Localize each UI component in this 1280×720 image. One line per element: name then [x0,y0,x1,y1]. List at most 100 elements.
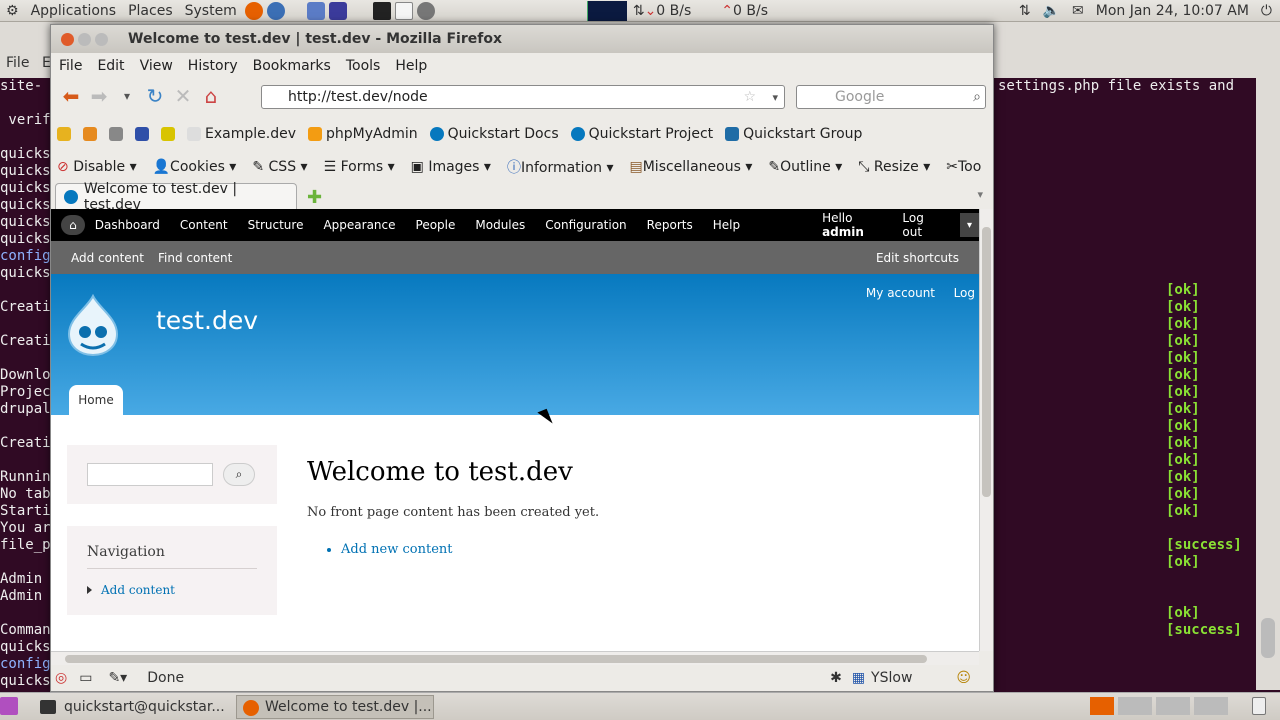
minimize-window-icon[interactable] [78,32,91,46]
bookmark-icon-1[interactable] [57,127,71,141]
workspace-4[interactable] [1194,697,1228,715]
menu-view[interactable]: View [140,58,173,74]
webdev-information[interactable]: ⓘInformation ▾ [507,157,614,177]
status-smiley-icon[interactable]: ☺ [956,670,971,686]
reload-icon[interactable]: ↻ [141,82,169,110]
edit-shortcuts[interactable]: Edit shortcuts [876,251,959,265]
toolbar-configuration[interactable]: Configuration [545,218,626,232]
toolbar-modules[interactable]: Modules [475,218,525,232]
toolbar-structure[interactable]: Structure [248,218,304,232]
logout-link[interactable]: Log [954,286,975,300]
bookmark-icon-3[interactable] [109,127,123,141]
toolbar-help[interactable]: Help [713,218,740,232]
bookmark-quickstart-docs[interactable]: Quickstart Docs [429,126,559,142]
menu-history[interactable]: History [188,58,238,74]
webdev-tools[interactable]: ✂Too [946,159,981,175]
forward-icon[interactable]: ➡ [85,82,113,110]
toolbar-reports[interactable]: Reports [647,218,693,232]
bookmark-icon-4[interactable] [135,127,149,141]
menu-edit[interactable]: Edit [97,58,124,74]
home-icon[interactable]: ⌂ [197,82,225,110]
status-bug-icon[interactable]: ✱ [830,670,842,686]
bookmark-star-icon[interactable]: ☆ [743,89,756,105]
bookmark-example-dev[interactable]: Example.dev [187,126,296,142]
url-bar[interactable]: http://test.dev/node ☆ ▾ [261,85,785,109]
network-icon[interactable]: ⇅ [1019,3,1031,19]
hello-user[interactable]: admin [822,225,864,239]
status-keyboard-icon[interactable]: ▭ [79,670,92,686]
terminal-launcher-icon[interactable] [372,1,391,20]
yslow-label[interactable]: YSlow [871,670,912,686]
firefox-titlebar[interactable]: Welcome to test.dev | test.dev - Mozilla… [51,25,993,53]
page-vertical-scrollbar[interactable] [979,209,993,651]
toolbar-logout[interactable]: Log out [902,211,938,239]
workspace-switcher[interactable] [1090,697,1228,715]
stop-icon[interactable]: ✕ [169,82,197,110]
ubuntu-logo-icon[interactable]: ⚙ [0,3,25,19]
webdev-miscellaneous[interactable]: ▤Miscellaneous ▾ [629,159,752,175]
gimp-launcher-icon[interactable] [416,1,435,20]
trash-icon[interactable] [1252,697,1266,715]
menu-file[interactable]: File [59,58,82,74]
shortcut-find-content[interactable]: Find content [158,251,232,265]
url-text[interactable]: http://test.dev/node [288,89,428,105]
my-account-link[interactable]: My account [866,286,935,300]
maximize-window-icon[interactable] [95,32,108,46]
add-new-content-link[interactable]: Add new content [341,542,599,557]
search-input[interactable] [87,463,213,486]
toolbar-dashboard[interactable]: Dashboard [95,218,160,232]
app-launcher-icon[interactable] [306,1,325,20]
bookmark-icon-5[interactable] [161,127,175,141]
menu-tools[interactable]: Tools [346,58,381,74]
browser-launcher-icon[interactable] [266,1,285,20]
webdev-images[interactable]: ▣ Images ▾ [411,159,491,175]
bookmark-icon-2[interactable] [83,127,97,141]
nav-add-content[interactable]: Add content [87,583,257,597]
toolbar-people[interactable]: People [416,218,456,232]
bookmark-quickstart-group[interactable]: Quickstart Group [725,126,862,142]
terminal-scrollbar[interactable] [1256,78,1280,690]
terminal-menu-file[interactable]: File [6,55,29,71]
webdev-forms[interactable]: ☰ Forms ▾ [324,159,395,175]
shortcut-add-content[interactable]: Add content [71,251,144,265]
power-icon[interactable]: ⏻ [1261,3,1272,19]
close-window-icon[interactable] [61,32,74,46]
url-dropdown-icon[interactable]: ▾ [772,91,778,104]
status-tool-icon[interactable]: ✎▾ [108,670,127,686]
main-menu-home[interactable]: Home [69,385,123,415]
vertical-scroll-thumb[interactable] [982,227,991,497]
back-icon[interactable]: ⬅ [57,82,85,110]
search-button[interactable]: ⌕ [223,463,255,486]
clock[interactable]: Mon Jan 24, 10:07 AM [1096,3,1249,19]
page-horizontal-scrollbar[interactable] [51,651,979,665]
mail-icon[interactable]: ✉ [1072,3,1084,19]
history-dropdown-icon[interactable]: ▾ [113,82,141,110]
drupal-logo[interactable] [65,294,121,356]
volume-icon[interactable]: 🔈 [1043,3,1060,19]
terminal-scroll-thumb[interactable] [1261,618,1275,658]
site-name[interactable]: test.dev [156,306,258,335]
menu-applications[interactable]: Applications [25,3,123,19]
workspace-2[interactable] [1118,697,1152,715]
menu-system[interactable]: System [179,3,243,19]
editor-launcher-icon[interactable] [394,1,413,20]
search-placeholder[interactable]: Google [835,89,884,105]
search-bar[interactable]: Google ⌕ [796,85,986,109]
horizontal-scroll-thumb[interactable] [65,655,927,663]
toolbar-home-icon[interactable]: ⌂ [61,215,85,235]
menu-bookmarks[interactable]: Bookmarks [253,58,331,74]
show-desktop-icon[interactable] [0,697,18,715]
search-icon[interactable]: ⌕ [973,89,981,105]
webdev-css[interactable]: ✎ CSS ▾ [252,159,307,175]
menu-places[interactable]: Places [122,3,179,19]
toolbar-content[interactable]: Content [180,218,228,232]
bookmark-phpmyadmin[interactable]: phpMyAdmin [307,126,418,142]
workspace-1[interactable] [1090,697,1114,715]
yslow-icon[interactable]: ▦ [852,670,865,686]
webdev-disable[interactable]: ⊘ Disable ▾ [57,159,137,175]
toolbar-drawer-icon[interactable]: ▾ [959,213,979,237]
webdev-resize[interactable]: ⤡ Resize ▾ [858,159,930,175]
toolbar-appearance[interactable]: Appearance [323,218,395,232]
menu-help[interactable]: Help [395,58,427,74]
taskbar-firefox[interactable]: Welcome to test.dev |... [236,695,434,719]
